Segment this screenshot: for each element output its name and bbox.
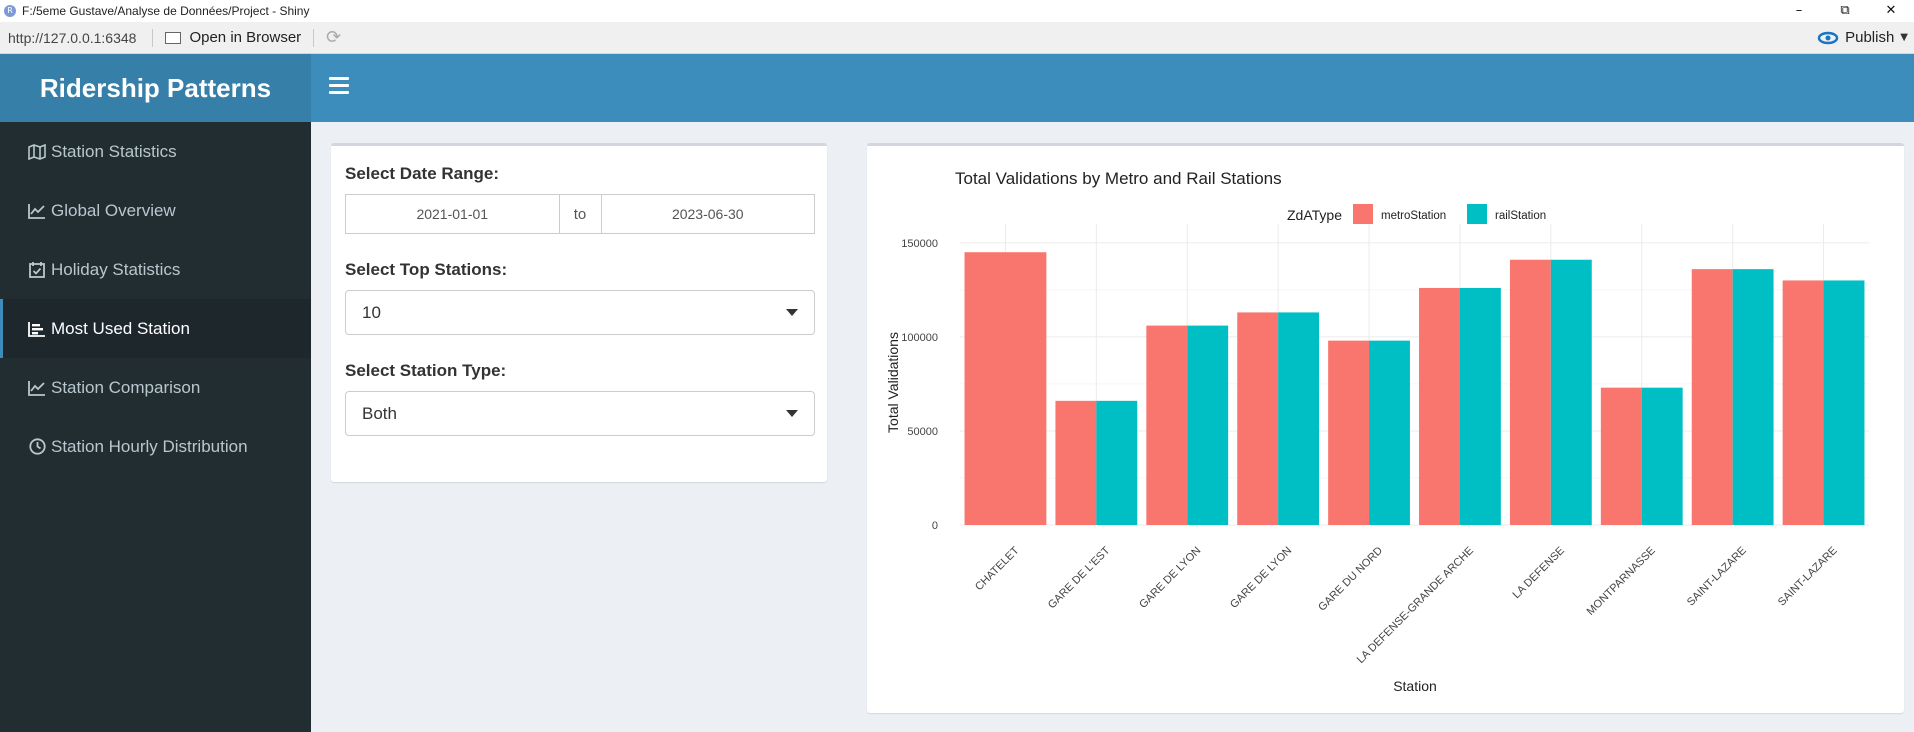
sidebar-item-station-hourly-distribution[interactable]: Station Hourly Distribution (0, 417, 311, 476)
sidebar-item-label: Station Statistics (51, 141, 177, 161)
bar-railStation (1278, 312, 1320, 525)
date-range-input: to (345, 194, 815, 234)
y-tick-label: 100000 (901, 332, 938, 344)
address-bar: http://127.0.0.1:6348 Open in Browser ⟳ … (0, 22, 1914, 54)
legend-swatch-metroStation (1353, 204, 1373, 224)
sidebar-item-label: Most Used Station (51, 318, 190, 338)
x-tick-label: LA DEFENSE (1511, 545, 1567, 601)
top-navbar (311, 54, 1914, 122)
bar-railStation (1732, 269, 1774, 525)
sidebar-item-station-statistics[interactable]: Station Statistics (0, 122, 311, 181)
x-tick-label: CHATELET (973, 544, 1022, 593)
window-titlebar: R F:/5eme Gustave/Analyse de Données/Pro… (0, 0, 1914, 22)
x-tick-label: SAINT-LAZARE (1776, 545, 1840, 609)
sidebar-item-label: Holiday Statistics (51, 259, 181, 279)
bar-metroStation (1328, 340, 1370, 525)
sidebar-item-label: Station Hourly Distribution (51, 436, 248, 456)
bar-railStation (1823, 280, 1865, 525)
bar-metroStation (1237, 312, 1279, 525)
date-range-label: Select Date Range: (345, 164, 499, 183)
chevron-down-icon[interactable]: ▼ (1900, 32, 1908, 43)
chart-box: Total Validations by Metro and Rail Stat… (867, 143, 1904, 713)
x-tick-label: GARE DE LYON (1228, 545, 1294, 611)
publish-button[interactable]: Publish ▼ (1817, 29, 1908, 46)
legend-label-railStation: railStation (1495, 210, 1546, 222)
url-field[interactable]: http://127.0.0.1:6348 (0, 30, 146, 46)
top-stations-label: Select Top Stations: (345, 260, 508, 279)
sidebar-item-label: Station Comparison (51, 377, 201, 397)
bar-railStation (1550, 259, 1592, 525)
y-tick-label: 50000 (907, 426, 938, 438)
clock-icon (27, 438, 47, 456)
open-in-browser-label: Open in Browser (189, 29, 302, 46)
bar-metroStation (964, 252, 1047, 525)
bar-railStation (1187, 325, 1229, 525)
x-tick-label: GARE DE LYON (1137, 545, 1203, 611)
station-type-label: Select Station Type: (345, 361, 507, 380)
toolbar-separator (152, 28, 154, 47)
top-stations-value: 10 (362, 302, 381, 322)
sidebar-item-most-used-station[interactable]: Most Used Station (0, 299, 311, 358)
legend-title: ZdAType (1287, 207, 1342, 223)
sidebar-item-holiday-statistics[interactable]: Holiday Statistics (0, 240, 311, 299)
sidebar-item-station-comparison[interactable]: Station Comparison (0, 358, 311, 417)
date-range-separator: to (558, 195, 602, 233)
bar-metroStation (1691, 269, 1733, 525)
date-start-input[interactable] (346, 195, 559, 233)
station-type-select[interactable]: Both (345, 391, 815, 436)
x-tick-label: GARE DE L'EST (1046, 544, 1113, 611)
legend-label-metroStation: metroStation (1381, 210, 1446, 222)
refresh-icon[interactable]: ⟳ (320, 27, 347, 48)
x-axis-title: Station (1393, 678, 1437, 694)
bar-railStation (1459, 287, 1501, 525)
sidebar-item-global-overview[interactable]: Global Overview (0, 181, 311, 240)
bar-metroStation (1055, 400, 1097, 525)
bar-railStation (1369, 340, 1410, 525)
browser-window-icon (165, 31, 182, 44)
restore-icon[interactable]: ⧉ (1822, 0, 1868, 22)
legend-swatch-railStation (1467, 204, 1487, 224)
date-end-input[interactable] (601, 195, 814, 233)
bar-railStation (1096, 400, 1138, 525)
y-tick-label: 150000 (901, 238, 938, 250)
calendar-check-icon (27, 261, 47, 279)
sidebar-item-label: Global Overview (51, 200, 176, 220)
dropdown-arrow-icon (786, 410, 798, 417)
bar-metroStation (1600, 387, 1642, 525)
publish-icon (1817, 31, 1839, 44)
bar-chart: Total Validations by Metro and Rail Stat… (885, 169, 1869, 694)
x-tick-label: SAINT-LAZARE (1685, 545, 1749, 609)
app-logo-title: Ridership Patterns (0, 54, 311, 122)
controls-box: Select Date Range: to Select Top Station… (331, 143, 827, 482)
hamburger-menu-icon[interactable] (329, 77, 349, 97)
bar-railStation (1641, 387, 1683, 525)
line-chart-icon (27, 379, 47, 397)
dropdown-arrow-icon (786, 309, 798, 316)
top-stations-select[interactable]: 10 (345, 290, 815, 335)
window-controls: – ⧉ ✕ (1776, 0, 1914, 22)
open-in-browser-button[interactable]: Open in Browser (159, 29, 307, 46)
bar-chart-icon (27, 320, 47, 338)
bar-metroStation (1146, 325, 1188, 525)
toolbar-separator (313, 28, 315, 47)
y-axis-title: Total Validations (885, 332, 901, 433)
map-icon (27, 143, 47, 161)
bar-metroStation (1782, 280, 1824, 525)
r-app-icon: R (4, 5, 16, 17)
sidebar: Station Statistics Global Overview Holid… (0, 122, 311, 732)
station-type-value: Both (362, 403, 397, 423)
y-tick-label: 0 (932, 520, 938, 532)
close-icon[interactable]: ✕ (1868, 0, 1914, 22)
x-tick-label: MONTPARNASSE (1585, 545, 1658, 618)
window-title: F:/5eme Gustave/Analyse de Données/Proje… (22, 4, 310, 18)
bar-metroStation (1419, 287, 1460, 525)
minimize-icon[interactable]: – (1776, 0, 1822, 22)
chart-title: Total Validations by Metro and Rail Stat… (955, 169, 1282, 188)
publish-label: Publish (1845, 29, 1895, 46)
line-chart-icon (27, 202, 47, 220)
bar-metroStation (1509, 259, 1551, 525)
x-tick-label: GARE DU NORD (1316, 545, 1385, 614)
